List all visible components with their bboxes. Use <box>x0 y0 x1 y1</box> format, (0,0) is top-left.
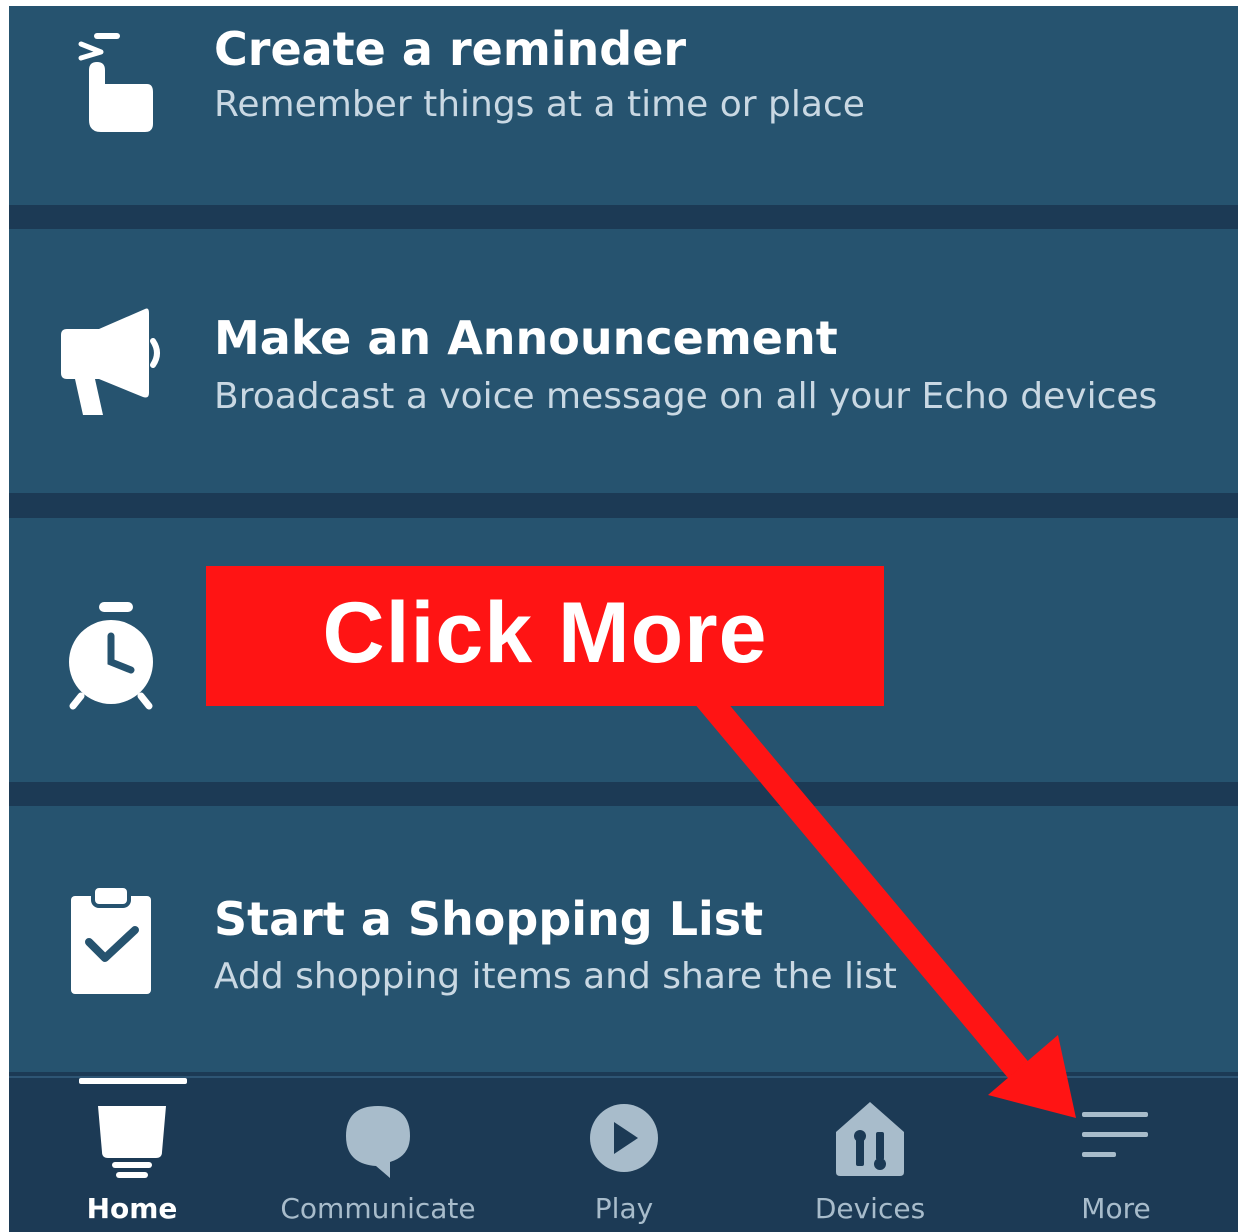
active-tab-indicator <box>79 1078 187 1084</box>
menu-lines-icon <box>1066 1100 1166 1180</box>
megaphone-icon <box>59 307 169 417</box>
nav-label: More <box>1081 1192 1151 1225</box>
create-reminder-card[interactable]: Create a reminder Remember things at a t… <box>9 6 1238 205</box>
card-subtitle: Add shopping items and share the list <box>214 956 897 997</box>
nav-devices[interactable]: Devices <box>747 1078 993 1232</box>
clipboard-check-icon <box>59 884 169 994</box>
nav-label: Play <box>594 1192 654 1225</box>
nav-communicate[interactable]: Communicate <box>255 1078 501 1232</box>
card-subtitle: Broadcast a voice message on all your Ec… <box>214 376 1158 417</box>
card-subtitle: Remember things at a time or place <box>214 84 865 125</box>
pinned-hand-icon <box>59 22 169 132</box>
home-echo-icon <box>82 1100 182 1180</box>
bottom-navbar: Home Communicate Play Devices More <box>9 1076 1238 1232</box>
play-icon <box>574 1100 674 1180</box>
speech-bubble-icon <box>328 1100 428 1180</box>
nav-label: Home <box>86 1192 178 1225</box>
devices-house-icon <box>820 1100 920 1180</box>
card-title: Create a reminder <box>214 22 687 76</box>
nav-more[interactable]: More <box>993 1078 1238 1232</box>
make-announcement-card[interactable]: Make an Announcement Broadcast a voice m… <box>9 229 1238 493</box>
card-title: Make an Announcement <box>214 311 838 365</box>
annotation-callout: Click More <box>206 566 884 706</box>
alarm-clock-icon <box>59 600 169 710</box>
nav-label: Devices <box>814 1192 926 1225</box>
card-title: Start a Shopping List <box>214 892 764 946</box>
nav-play[interactable]: Play <box>501 1078 747 1232</box>
nav-home[interactable]: Home <box>9 1078 255 1232</box>
nav-label: Communicate <box>280 1192 476 1225</box>
start-shopping-list-card[interactable]: Start a Shopping List Add shopping items… <box>9 806 1238 1072</box>
callout-text: Click More <box>322 585 768 681</box>
